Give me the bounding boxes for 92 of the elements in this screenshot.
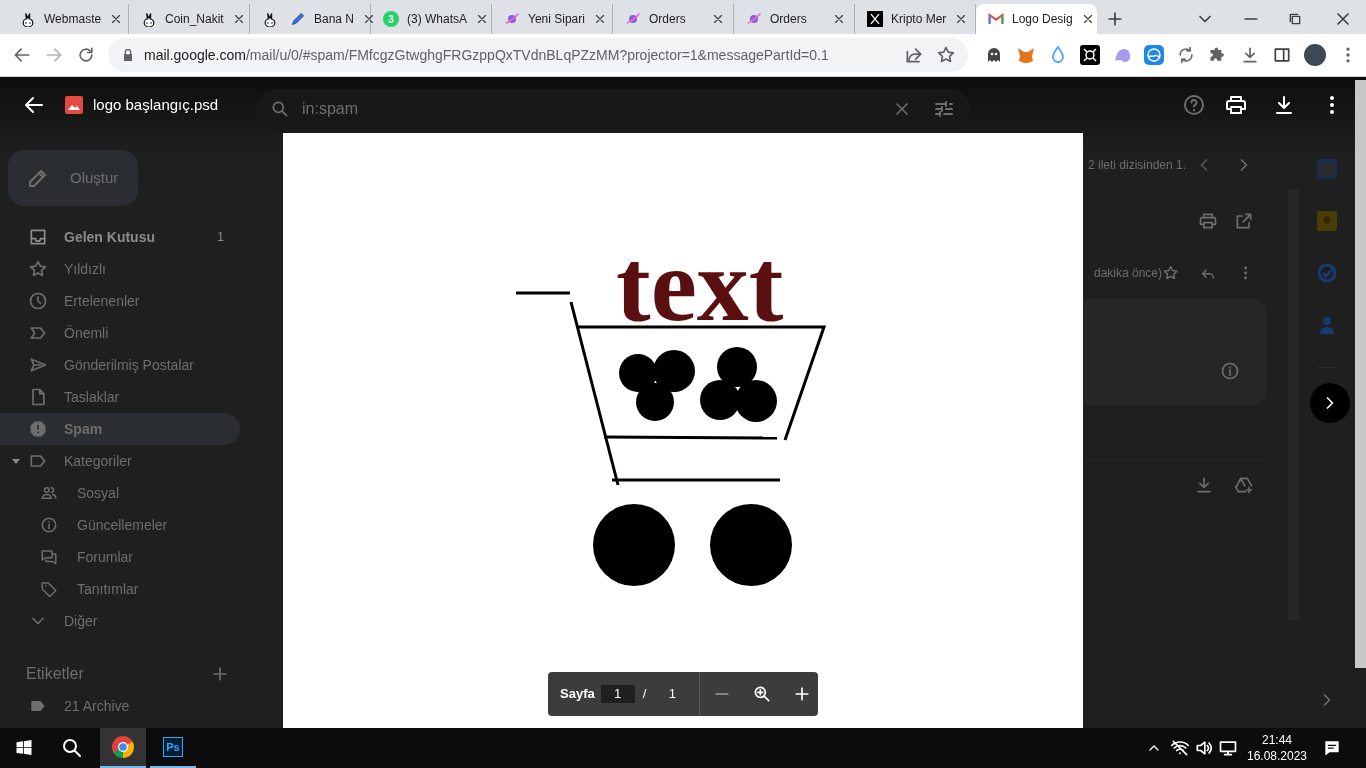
wave-icon[interactable] xyxy=(1144,45,1164,65)
mail-icon xyxy=(988,11,1004,27)
display-icon[interactable] xyxy=(1218,738,1238,758)
url-text: mail.google.com/mail/u/0/#spam/FMfcgzGtwghgFRGzppQxTVdnBLqPZzMM?projector=1&messagePartId=0.1 xyxy=(144,45,829,65)
check-circle-icon[interactable] xyxy=(1317,263,1337,283)
tab-title: Coin_Nakit xyxy=(165,11,224,28)
x-logo-icon xyxy=(867,11,883,27)
time-text: 21:44 xyxy=(1262,732,1292,748)
network-icon[interactable] xyxy=(1170,738,1190,758)
unread-count: 1 xyxy=(217,229,224,246)
logo-text: text xyxy=(616,233,784,337)
nav-item[interactable]: Diğer xyxy=(0,605,240,637)
planet-icon xyxy=(625,11,641,27)
nav-item[interactable]: Tanıtımlar xyxy=(0,573,240,605)
tag-icon xyxy=(40,580,58,598)
nav-item[interactable]: Sosyal xyxy=(0,477,240,509)
info-icon xyxy=(1220,361,1240,381)
nav-item[interactable]: Güncellemeler xyxy=(0,509,240,541)
side-panel-icon[interactable] xyxy=(1272,45,1292,65)
clock-icon xyxy=(28,291,48,311)
open-in-new-window-icon[interactable] xyxy=(1234,211,1254,231)
planet-icon xyxy=(504,11,520,27)
tab-title: Webmaste xyxy=(44,11,102,28)
nav-item[interactable]: Spam xyxy=(0,413,240,445)
rabbit-icon xyxy=(20,11,36,27)
address-bar[interactable]: mail.google.com/mail/u/0/#spam/FMfcgzGtwghgFRGzppQxTVdnBLqPZzMM?projector=1&messagePartId=0.1 xyxy=(108,38,968,72)
image-file-icon xyxy=(65,96,83,114)
page-separator: / xyxy=(642,685,648,704)
inbox-icon xyxy=(28,227,48,247)
nav-item[interactable]: Gönderilmiş Postalar xyxy=(0,349,240,381)
nav-item[interactable]: Gelen Kutusu 1 xyxy=(0,221,240,253)
taskbar-app[interactable] xyxy=(100,728,146,768)
reload-icon[interactable] xyxy=(76,45,96,65)
bookmark-star-icon[interactable] xyxy=(936,45,956,65)
close-icon[interactable] xyxy=(711,12,725,26)
chat-icon xyxy=(40,548,58,566)
sync-icon[interactable] xyxy=(1176,45,1196,65)
tab-title: (3) WhatsA xyxy=(407,11,467,28)
tab-title: Kripto Mer xyxy=(891,11,947,28)
nav-item[interactable]: Kategoriler xyxy=(0,445,240,477)
page-label: Sayfa xyxy=(560,685,595,704)
compose-button[interactable]: Oluştur xyxy=(8,150,138,206)
download-icon[interactable] xyxy=(1240,45,1260,65)
nav-item[interactable]: Ertelenenler xyxy=(0,285,240,317)
rabbit-icon xyxy=(141,11,157,27)
notification-icon[interactable] xyxy=(1322,738,1342,758)
nav-item[interactable]: Taslaklar xyxy=(0,381,240,413)
file-name: logo başlangıç.psd xyxy=(93,94,219,115)
tab-title: Yeni Sipari xyxy=(528,11,585,28)
section-heading: Etiketler xyxy=(26,664,85,684)
nav-item[interactable]: Yıldızlı xyxy=(0,253,240,285)
add-to-drive-icon[interactable] xyxy=(1234,475,1254,495)
taskbar-app[interactable]: Ps xyxy=(150,728,196,768)
spam-icon xyxy=(28,419,48,439)
date-text: 16.08.2023 xyxy=(1246,748,1308,764)
print-icon[interactable] xyxy=(1224,93,1248,117)
tab-title: Orders xyxy=(770,11,808,28)
fox-icon[interactable] xyxy=(1016,45,1036,65)
page-number-field[interactable]: 1 xyxy=(600,685,635,703)
chip-icon[interactable] xyxy=(1080,45,1100,65)
tab-title: Bana N xyxy=(314,11,355,28)
close-icon[interactable] xyxy=(475,12,489,26)
notification-badge: 3 xyxy=(383,11,399,27)
page-total: 1 xyxy=(668,685,677,704)
browser-logo-icon xyxy=(111,735,135,759)
planet-icon xyxy=(746,11,762,27)
rabbit-icon xyxy=(262,11,278,27)
clock[interactable]: 21:44 16.08.2023 xyxy=(1246,732,1308,764)
volume-icon[interactable] xyxy=(1194,738,1214,758)
star-icon xyxy=(28,259,48,279)
thread-position: 2 ileti dizisinden 1. xyxy=(1088,157,1188,174)
nav-item[interactable]: Önemli xyxy=(0,317,240,349)
people-icon xyxy=(40,484,58,502)
share-icon[interactable] xyxy=(904,45,924,65)
windows-start-icon[interactable] xyxy=(14,738,34,758)
app-logo: Ps xyxy=(163,737,183,757)
search-icon[interactable] xyxy=(60,736,84,760)
close-icon[interactable] xyxy=(832,12,846,26)
nav-item[interactable]: Forumlar xyxy=(0,541,240,573)
send-icon xyxy=(28,355,48,375)
info-icon xyxy=(40,516,58,534)
pencil-icon xyxy=(290,11,306,27)
message-time: dakika önce) xyxy=(1093,265,1163,282)
tab-title: Orders xyxy=(649,11,687,28)
help-icon[interactable] xyxy=(1182,93,1206,117)
expand-caret-icon[interactable] xyxy=(12,457,20,465)
restore-icon[interactable] xyxy=(1287,11,1303,27)
label-item[interactable]: 21 Archive xyxy=(0,690,256,722)
browser-tab[interactable]: Logo Desig xyxy=(976,4,1097,34)
tab-title: Logo Desig xyxy=(1012,11,1073,28)
profile-avatar[interactable] xyxy=(1304,44,1326,66)
search-input[interactable]: in:spam xyxy=(302,97,892,121)
